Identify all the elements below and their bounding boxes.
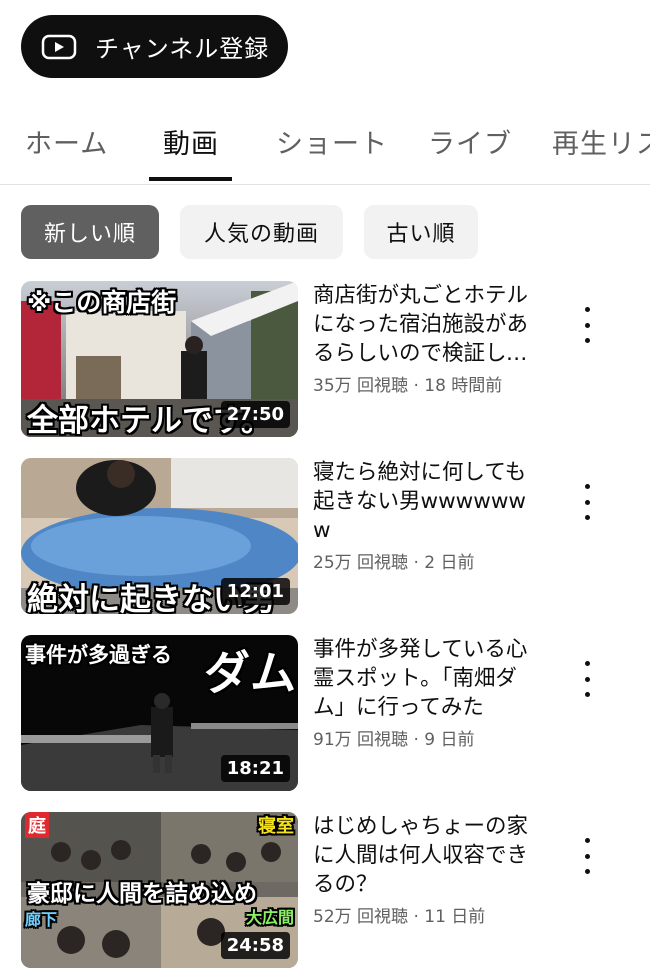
upload-age: 18 時間前 <box>424 376 503 396</box>
video-title[interactable]: 商店街が丸ごとホテルになった宿泊施設があるらしいので検証してみた <box>313 281 538 368</box>
video-duration: 18:21 <box>220 755 290 782</box>
more-options-icon[interactable] <box>574 484 600 520</box>
video-thumbnail[interactable]: 事件が多過ぎる ダム 18:21 <box>21 635 298 791</box>
video-meta: 91万 回視聴 · 9 日前 <box>313 730 475 750</box>
video-title[interactable]: はじめしゃちょーの家に人間は何人収容できるの？ <box>313 812 538 899</box>
video-meta: 25万 回視聴 · 2 日前 <box>313 553 475 573</box>
video-item[interactable]: 事件が多過ぎる ダム 18:21 事件が多発している心霊スポット。「南畑ダム」に… <box>0 635 650 793</box>
video-duration: 12:01 <box>220 578 290 605</box>
video-duration: 27:50 <box>220 401 290 428</box>
view-count: 52万 回視聴 <box>313 907 409 927</box>
video-item[interactable]: 庭 寝室 豪邸に人間を詰め込め 廊下 大広間 24:58 はじめしゃちょーの家に… <box>0 812 650 970</box>
video-thumbnail[interactable]: 庭 寝室 豪邸に人間を詰め込め 廊下 大広間 24:58 <box>21 812 298 968</box>
video-title[interactable]: 事件が多発している心霊スポット。「南畑ダム」に行ってみた <box>313 635 538 722</box>
upload-age: 9 日前 <box>424 730 475 750</box>
thumbnail-tag: 大広間 <box>245 908 294 927</box>
video-item[interactable]: ※この商店街 全部ホテルです。 27:50 商店街が丸ごとホテルになった宿泊施設… <box>0 281 650 439</box>
view-count: 25万 回視聴 <box>313 553 409 573</box>
more-options-icon[interactable] <box>574 838 600 874</box>
more-options-icon[interactable] <box>574 307 600 343</box>
thumbnail-tag: 廊下 <box>25 910 58 929</box>
channel-tabs: ホーム 動画 ショート ライブ 再生リスト <box>0 100 650 185</box>
thumbnail-caption-big: ダム <box>204 646 296 700</box>
more-options-icon[interactable] <box>574 661 600 697</box>
video-title[interactable]: 寝たら絶対に何しても起きない男wwwwwww <box>313 458 538 545</box>
tab-videos[interactable]: 動画 <box>163 122 219 161</box>
video-item[interactable]: 絶対に起きない男 12:01 寝たら絶対に何しても起きない男wwwwwww 25… <box>0 458 650 616</box>
thumbnail-tag: 庭 <box>25 812 49 838</box>
thumbnail-caption-top: 事件が多過ぎる <box>25 643 172 667</box>
chip-popular[interactable]: 人気の動画 <box>180 205 343 259</box>
upload-age: 2 日前 <box>424 553 475 573</box>
view-count: 35万 回視聴 <box>313 376 409 396</box>
tab-live[interactable]: ライブ <box>428 122 512 161</box>
view-count: 91万 回視聴 <box>313 730 409 750</box>
active-tab-indicator <box>149 177 232 181</box>
thumbnail-caption-main: 豪邸に人間を詰め込め <box>27 881 257 907</box>
subscribe-label: チャンネル登録 <box>95 35 270 63</box>
video-thumbnail[interactable]: ※この商店街 全部ホテルです。 27:50 <box>21 281 298 437</box>
subscribe-button[interactable]: チャンネル登録 <box>21 15 288 78</box>
thumbnail-caption-top: ※この商店街 <box>27 288 177 317</box>
video-meta: 35万 回視聴 · 18 時間前 <box>313 376 503 396</box>
youtube-play-icon <box>41 34 77 60</box>
upload-age: 11 日前 <box>424 907 486 927</box>
video-duration: 24:58 <box>220 932 290 959</box>
video-meta: 52万 回視聴 · 11 日前 <box>313 907 486 927</box>
tab-shorts[interactable]: ショート <box>276 122 388 161</box>
chip-oldest[interactable]: 古い順 <box>364 205 478 259</box>
thumbnail-tag: 寝室 <box>258 816 294 837</box>
tab-home[interactable]: ホーム <box>25 122 108 161</box>
chip-newest[interactable]: 新しい順 <box>21 205 159 259</box>
video-thumbnail[interactable]: 絶対に起きない男 12:01 <box>21 458 298 614</box>
tab-playlists[interactable]: 再生リスト <box>552 122 650 161</box>
